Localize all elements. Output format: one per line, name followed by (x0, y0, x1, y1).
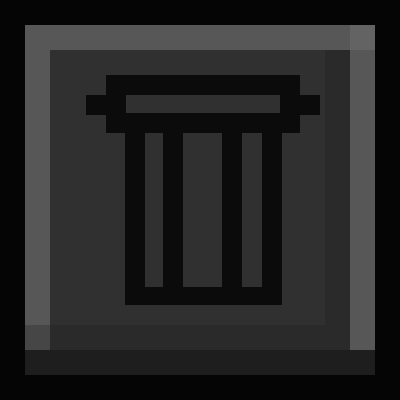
bevel-bottom-shadow (25, 350, 375, 375)
bevel-top-right-highlight (350, 25, 375, 50)
delete-button-graphic (0, 0, 400, 400)
bevel-bottom-left-shadow (25, 325, 50, 350)
bevel-inner-bottom-right-shadow (325, 50, 350, 350)
bevel-inner-bottom-shadow (50, 325, 350, 350)
delete-button[interactable] (0, 0, 400, 400)
